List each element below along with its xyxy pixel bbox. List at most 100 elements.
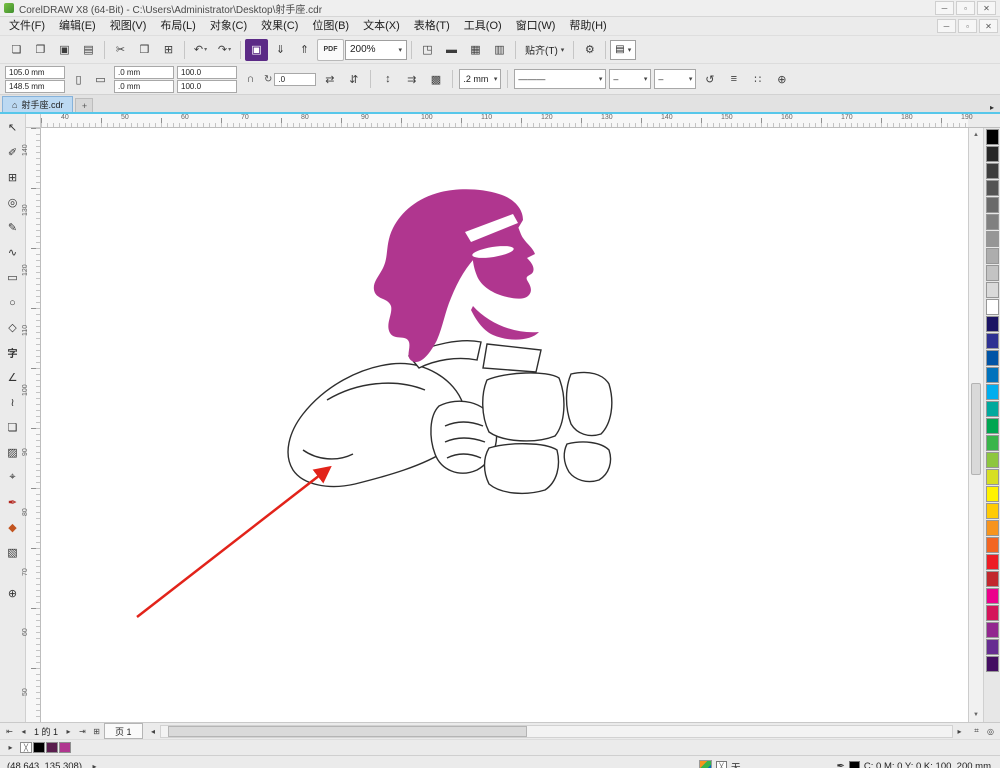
quick-zoom-button[interactable]: ◎	[984, 725, 997, 738]
outline-width-select[interactable]: .2 mm ▾	[459, 69, 502, 89]
palette-swatch[interactable]	[985, 571, 999, 587]
add-tool-button[interactable]: ⊕	[1, 582, 25, 605]
palette-swatch[interactable]	[985, 554, 999, 570]
transparency-tool[interactable]: ▨	[1, 441, 25, 464]
dynamic-guides-button[interactable]: ∷	[747, 69, 768, 90]
color-eyedropper-tool[interactable]: ⌖	[1, 466, 25, 489]
horizontal-scrollbar[interactable]: ◂ ▸	[147, 724, 966, 738]
prev-page-button[interactable]: ◂	[17, 725, 30, 738]
document-palette-swatch[interactable]	[46, 742, 58, 753]
palette-swatch[interactable]	[985, 214, 999, 230]
menu-item[interactable]: 窗口(W)	[509, 17, 563, 35]
treat-as-filled-button[interactable]: ▩	[425, 69, 446, 90]
connector-tool[interactable]: ≀	[1, 391, 25, 414]
canvas[interactable]	[41, 128, 968, 722]
torso-plate-right[interactable]	[565, 371, 613, 437]
palette-swatch[interactable]	[985, 401, 999, 417]
scroll-down-button[interactable]: ▼	[969, 708, 983, 722]
dimension-tool[interactable]: ∠	[1, 366, 25, 389]
object-position[interactable]: .0 mm .0 mm	[114, 65, 174, 93]
restore-button[interactable]: ▫	[956, 1, 975, 15]
page-size-field[interactable]: 105.0 mm	[5, 65, 65, 79]
start-arrowhead-select[interactable]: – ▾	[609, 69, 652, 89]
outline-pen-tool[interactable]: ✒	[1, 491, 25, 514]
palette-swatch[interactable]	[985, 265, 999, 281]
palette-swatch[interactable]	[985, 639, 999, 655]
palette-swatch[interactable]	[985, 469, 999, 485]
vertical-scrollbar[interactable]: ▲ ▼	[968, 128, 983, 722]
object-scale-field[interactable]: 100.0	[177, 65, 237, 79]
palette-swatch[interactable]	[985, 333, 999, 349]
export-button[interactable]: ⇑	[293, 39, 316, 61]
document-close-button[interactable]: ✕	[979, 19, 998, 33]
new-tab-button[interactable]: +	[75, 98, 94, 112]
palette-swatch[interactable]	[985, 146, 999, 162]
menu-item[interactable]: 编辑(E)	[52, 17, 103, 35]
rectangle-tool[interactable]: ▭	[1, 266, 25, 289]
duplicate-distance-button[interactable]: ⇉	[401, 69, 422, 90]
document-tab[interactable]: ⌂ 射手座.cdr	[2, 96, 74, 112]
save-button[interactable]: ▣	[53, 39, 76, 61]
add-page-button[interactable]: ⊞	[90, 725, 103, 738]
palette-swatch[interactable]	[985, 537, 999, 553]
scale-lock-button[interactable]: ∩	[240, 69, 261, 90]
page-size-field[interactable]: 148.5 mm	[5, 79, 65, 93]
page-orientation-toggle-icon[interactable]: ▭	[90, 69, 111, 90]
menu-item[interactable]: 文本(X)	[356, 17, 407, 35]
outline-color-swatch[interactable]	[848, 761, 860, 768]
palette-swatch[interactable]	[985, 163, 999, 179]
show-rulers-button[interactable]: ▬	[440, 39, 463, 61]
add-preset-button[interactable]: ⊕	[771, 69, 792, 90]
document-palette-swatch[interactable]	[59, 742, 71, 753]
line-style-select[interactable]: ——— ▾	[514, 69, 607, 89]
scroll-up-button[interactable]: ▲	[969, 128, 983, 142]
open-button[interactable]: ❐	[29, 39, 52, 61]
document-palette-swatch[interactable]	[33, 742, 45, 753]
horizontal-scroll-track[interactable]	[159, 724, 953, 738]
palette-swatch[interactable]	[985, 316, 999, 332]
publish-pdf-button[interactable]: PDF	[317, 38, 344, 61]
red-arrow-annotation[interactable]	[136, 465, 332, 618]
menu-item[interactable]: 对象(C)	[203, 17, 254, 35]
object-position-field[interactable]: .0 mm	[114, 79, 174, 93]
search-content-button[interactable]: ▣	[245, 38, 268, 61]
mirror-horizontal-button[interactable]: ⇄	[319, 69, 340, 90]
interactive-fill-tool[interactable]: ▧	[1, 541, 25, 564]
launcher-select[interactable]: ▤ ▾	[610, 39, 637, 60]
crop-tool[interactable]: ⊞	[1, 166, 25, 189]
page-orientation-toggle-icon[interactable]: ▯	[68, 69, 89, 90]
drop-shadow-tool[interactable]: ❏	[1, 416, 25, 439]
palette-swatch[interactable]	[985, 486, 999, 502]
minimize-button[interactable]: ─	[935, 1, 954, 15]
text-tool[interactable]: 字	[1, 341, 25, 364]
snap-to-menu[interactable]: 贴齐(T) ▾	[520, 40, 569, 60]
vertical-ruler[interactable]: 140 130 120 110 100 90 80 70 60 50	[22, 128, 41, 722]
neck-shape[interactable]	[471, 306, 539, 340]
rotation-angle-field[interactable]: ↻ .0	[264, 72, 317, 86]
palette-swatch[interactable]	[985, 350, 999, 366]
palette-swatch[interactable]	[985, 299, 999, 315]
horizontal-ruler[interactable]: 40 50 60 70 80 90 100 110 120 130 140 150 160 170 180 1…	[41, 114, 973, 128]
shape-tool[interactable]: ✐	[1, 141, 25, 164]
artistic-media-tool[interactable]: ∿	[1, 241, 25, 264]
torso-plate-bottom[interactable]	[483, 443, 560, 495]
page-tab[interactable]: 页 1	[104, 723, 143, 739]
torso-plate-top[interactable]	[482, 343, 542, 373]
menu-item[interactable]: 表格(T)	[407, 17, 457, 35]
new-document-button[interactable]: ❏	[5, 39, 28, 61]
first-page-button[interactable]: ⇤	[3, 725, 16, 738]
mirror-vertical-button[interactable]: ⇵	[343, 69, 364, 90]
end-arrowhead-select[interactable]: – ▾	[654, 69, 697, 89]
page-orientation-toggle[interactable]: ▯ ▭	[68, 69, 111, 90]
undo-button[interactable]: ↶ ▾	[189, 39, 212, 61]
page-size[interactable]: 105.0 mm 148.5 mm	[5, 65, 65, 93]
navigator-button[interactable]: ⌗	[970, 725, 983, 738]
palette-swatch[interactable]	[985, 282, 999, 298]
palette-swatch[interactable]	[985, 520, 999, 536]
pick-tool[interactable]: ↖	[1, 116, 25, 139]
palette-swatch[interactable]	[985, 180, 999, 196]
fill-none-swatch[interactable]: ╳	[716, 761, 727, 768]
palette-swatch[interactable]	[985, 503, 999, 519]
polygon-tool[interactable]: ◇	[1, 316, 25, 339]
drawing-artwork[interactable]	[41, 128, 968, 722]
